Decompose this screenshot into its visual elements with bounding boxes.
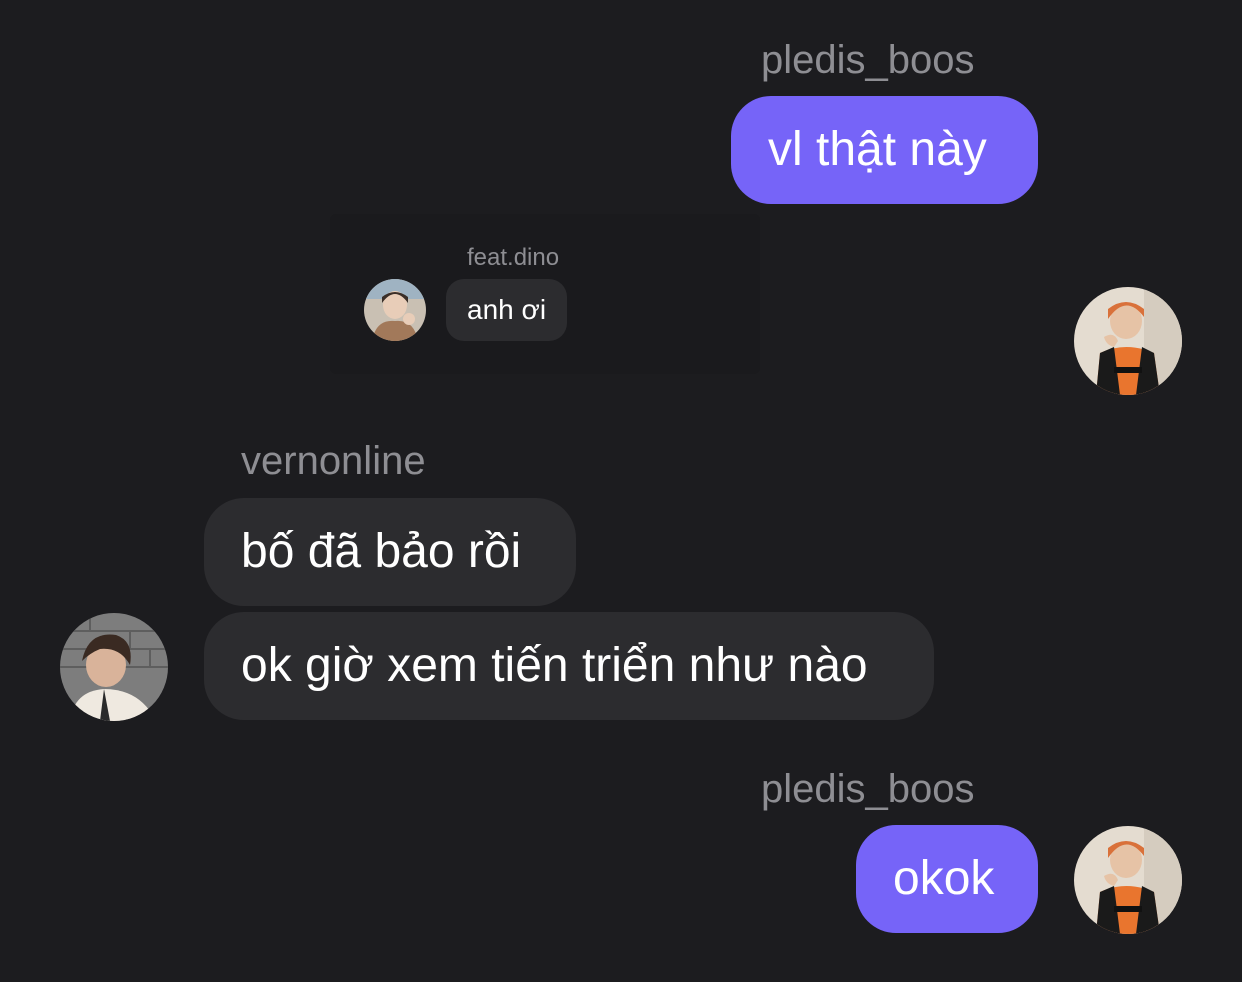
sender-name-pledis-boos: pledis_boos: [761, 767, 975, 811]
sender-name-pledis-boos: pledis_boos: [761, 38, 975, 82]
incoming-message-bubble[interactable]: ok giờ xem tiến triển như nào: [204, 612, 934, 720]
incoming-message-bubble[interactable]: bố đã bảo rồi: [204, 498, 576, 606]
pledis-boos-avatar[interactable]: [1074, 287, 1182, 395]
sender-name-vernonline: vernonline: [241, 439, 426, 483]
feat-dino-avatar[interactable]: [364, 279, 426, 341]
pledis-boos-avatar[interactable]: [1074, 826, 1182, 934]
reply-quoted-message[interactable]: anh ơi: [446, 279, 568, 341]
vernonline-avatar[interactable]: [60, 613, 168, 721]
reply-sender-name: feat.dino: [467, 244, 560, 271]
outgoing-message-bubble[interactable]: okok: [856, 825, 1038, 933]
outgoing-message-bubble[interactable]: vl thật này: [731, 96, 1038, 204]
